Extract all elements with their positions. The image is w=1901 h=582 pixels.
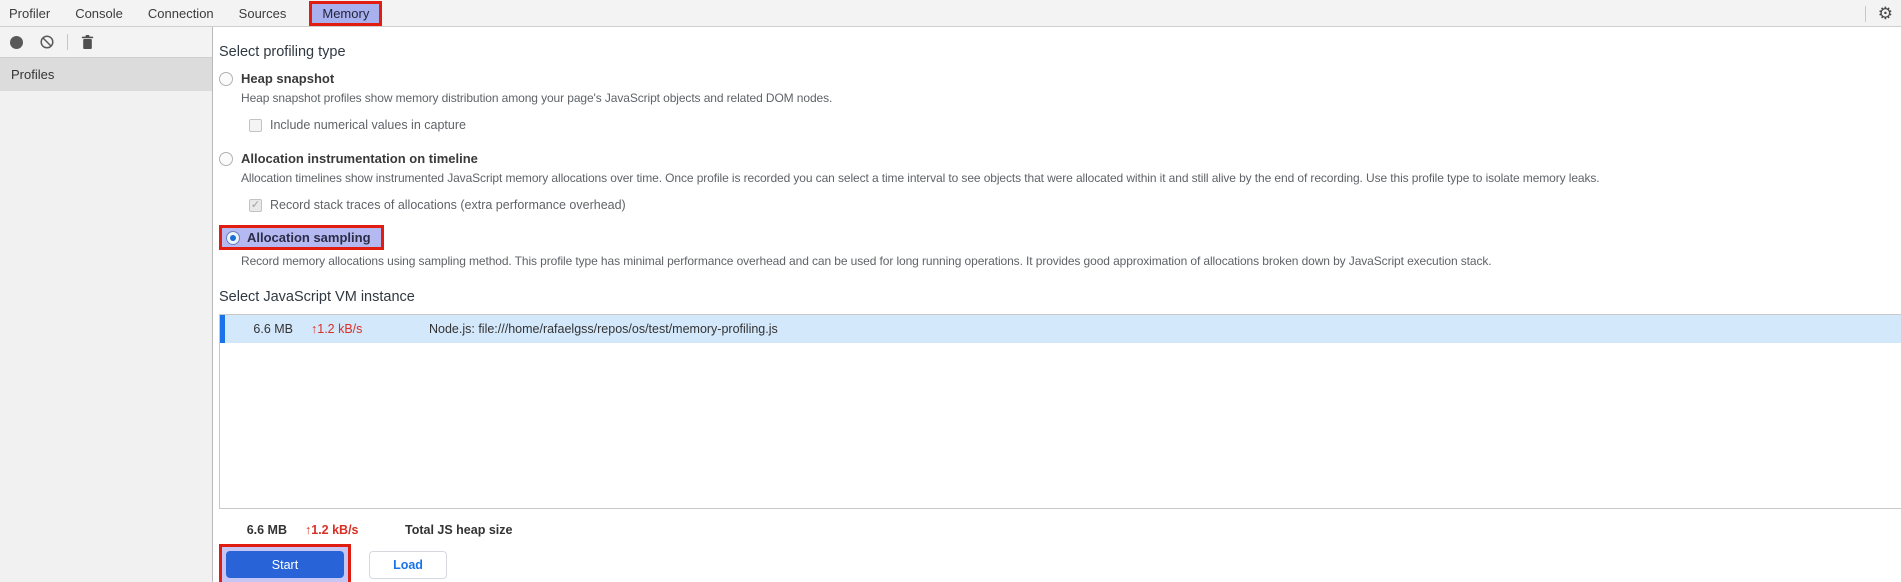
tab-connection[interactable]: Connection: [148, 1, 214, 26]
record-icon[interactable]: [10, 35, 23, 49]
vm-instance-name: Node.js: file:///home/rafaelgss/repos/os…: [429, 322, 778, 336]
memory-panel: Select profiling type Heap snapshot Heap…: [213, 27, 1901, 582]
tab-profiler[interactable]: Profiler: [9, 1, 50, 26]
toolbar-divider: [67, 34, 68, 50]
checkbox-label: Record stack traces of allocations (extr…: [270, 198, 626, 212]
tab-console[interactable]: Console: [75, 1, 123, 26]
clear-icon[interactable]: [40, 35, 54, 49]
start-button-annotation: Start: [219, 544, 351, 582]
vm-heap-rate: ↑1.2 kB/s: [311, 322, 363, 336]
checkbox-option-record-stack-traces[interactable]: ✓ Record stack traces of allocations (ex…: [249, 198, 1901, 212]
checkbox-label: Include numerical values in capture: [270, 118, 466, 132]
devtools-tab-bar: Profiler Console Connection Sources Memo…: [0, 0, 1901, 27]
vm-instance-list: 6.6 MB ↑1.2 kB/s Node.js: file:///home/r…: [219, 314, 1901, 509]
option-description: Record memory allocations using sampling…: [241, 254, 1492, 268]
option-description: Allocation timelines show instrumented J…: [241, 171, 1600, 185]
total-heap-size: 6.6 MB: [246, 523, 287, 537]
profiles-label: Profiles: [11, 67, 55, 82]
heap-total-summary: 6.6 MB ↑1.2 kB/s Total JS heap size: [219, 523, 1901, 537]
checkbox-icon[interactable]: ✓: [249, 198, 262, 212]
profiles-sidebar: Profiles: [0, 27, 213, 582]
load-button[interactable]: Load: [369, 550, 447, 579]
delete-icon[interactable]: [81, 34, 94, 50]
tab-memory[interactable]: Memory: [309, 0, 383, 26]
tab-sources[interactable]: Sources: [239, 1, 287, 26]
radio-label: Heap snapshot: [241, 71, 335, 86]
settings-gear-icon[interactable]: ⚙: [1878, 5, 1893, 22]
radio-option-allocation-timeline[interactable]: Allocation instrumentation on timeline: [219, 151, 1901, 166]
vm-heap-size: 6.6 MB: [253, 322, 293, 336]
sidebar-item-profiles[interactable]: Profiles: [0, 58, 212, 91]
vm-instance-heading: Select JavaScript VM instance: [219, 289, 415, 305]
radio-icon[interactable]: [219, 71, 233, 86]
profiles-toolbar: [0, 27, 212, 58]
radio-label: Allocation instrumentation on timeline: [241, 151, 478, 166]
radio-icon[interactable]: [226, 230, 240, 245]
radio-option-allocation-sampling[interactable]: Allocation sampling: [219, 225, 384, 250]
start-button[interactable]: Start: [226, 551, 344, 578]
option-description: Heap snapshot profiles show memory distr…: [241, 91, 833, 105]
total-heap-label: Total JS heap size: [405, 523, 513, 537]
checkbox-option-include-numerical[interactable]: Include numerical values in capture: [249, 118, 1901, 132]
total-heap-rate: ↑1.2 kB/s: [305, 523, 359, 537]
toolbar-divider: [1864, 5, 1866, 22]
radio-label: Allocation sampling: [247, 230, 371, 245]
vm-instance-row[interactable]: 6.6 MB ↑1.2 kB/s Node.js: file:///home/r…: [220, 315, 1901, 343]
checkbox-icon[interactable]: [249, 118, 262, 132]
radio-option-heap-snapshot[interactable]: Heap snapshot: [219, 71, 1901, 86]
profiling-type-heading: Select profiling type: [219, 44, 346, 60]
radio-icon[interactable]: [219, 151, 233, 166]
